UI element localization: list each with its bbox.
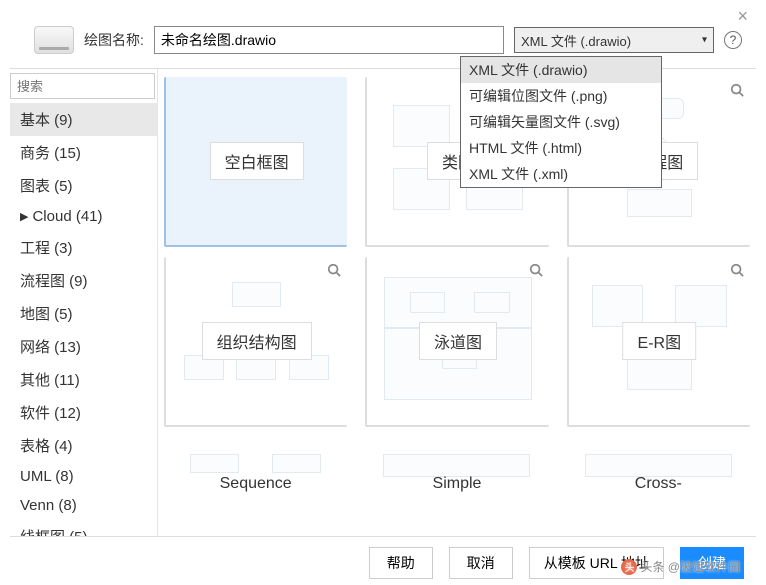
dropdown-option[interactable]: XML 文件 (.drawio) <box>461 57 661 83</box>
dropdown-option[interactable]: 可编辑位图文件 (.png) <box>461 83 661 109</box>
dropdown-option[interactable]: 可编辑矢量图文件 (.svg) <box>461 109 661 135</box>
category-item[interactable]: 工程 (3) <box>10 231 157 264</box>
category-item[interactable]: ▶Cloud (41) <box>10 202 157 231</box>
template-card[interactable]: 泳道图 <box>365 257 548 427</box>
category-item[interactable]: 网络 (13) <box>10 330 157 363</box>
category-item[interactable]: 表格 (4) <box>10 429 157 462</box>
help-button[interactable]: 帮助 <box>369 547 433 579</box>
watermark-icon: 头 <box>621 559 637 575</box>
cancel-button[interactable]: 取消 <box>449 547 513 579</box>
category-item[interactable]: Venn (8) <box>10 491 157 520</box>
category-item[interactable]: 图表 (5) <box>10 169 157 202</box>
category-item[interactable]: 流程图 (9) <box>10 264 157 297</box>
category-item[interactable]: 软件 (12) <box>10 396 157 429</box>
template-title: Sequence <box>206 469 306 499</box>
caret-right-icon: ▶ <box>20 210 28 223</box>
template-card[interactable]: E-R图 <box>567 257 750 427</box>
category-item[interactable]: UML (8) <box>10 462 157 491</box>
new-diagram-dialog: × 绘图名称: XML 文件 (.drawio) ▾ ? XML 文件 (.dr… <box>0 0 766 585</box>
template-card[interactable]: 组织结构图 <box>164 257 347 427</box>
category-item[interactable]: 基本 (9) <box>10 103 157 136</box>
template-card[interactable]: Simple <box>365 437 548 497</box>
file-type-dropdown: XML 文件 (.drawio) 可编辑位图文件 (.png) 可编辑矢量图文件… <box>460 56 662 188</box>
chevron-down-icon: ▾ <box>702 35 707 46</box>
category-item[interactable]: 地图 (5) <box>10 297 157 330</box>
category-list: 基本 (9) 商务 (15) 图表 (5) ▶Cloud (41) 工程 (3)… <box>10 103 157 536</box>
template-gallery: 空白框图 类图 流程图 组织结构图 <box>158 69 756 536</box>
category-item[interactable]: 商务 (15) <box>10 136 157 169</box>
help-icon[interactable]: ? <box>724 31 742 49</box>
template-card[interactable]: Cross- <box>567 437 750 497</box>
disk-icon <box>34 26 74 54</box>
template-title: Simple <box>419 469 496 499</box>
template-title: 组织结构图 <box>202 322 312 360</box>
template-card[interactable]: Sequence <box>164 437 347 497</box>
template-title: 空白框图 <box>210 142 304 180</box>
template-title: Cross- <box>621 469 696 499</box>
search-box <box>10 73 155 99</box>
file-type-select[interactable]: XML 文件 (.drawio) ▾ <box>514 27 714 53</box>
template-title: 泳道图 <box>419 322 497 360</box>
file-type-selected: XML 文件 (.drawio) <box>521 31 631 50</box>
close-icon[interactable]: × <box>737 6 748 27</box>
category-item[interactable]: 线框图 (5) <box>10 520 157 536</box>
template-card[interactable]: 空白框图 <box>164 77 347 247</box>
watermark: 头头条 @破姐软件园 <box>621 558 740 575</box>
category-item[interactable]: 其他 (11) <box>10 363 157 396</box>
name-label: 绘图名称: <box>84 30 144 50</box>
dropdown-option[interactable]: HTML 文件 (.html) <box>461 135 661 161</box>
diagram-name-input[interactable] <box>154 26 504 54</box>
dropdown-option[interactable]: XML 文件 (.xml) <box>461 161 661 187</box>
sidebar: 基本 (9) 商务 (15) 图表 (5) ▶Cloud (41) 工程 (3)… <box>10 69 158 536</box>
template-title: E-R图 <box>623 322 697 360</box>
